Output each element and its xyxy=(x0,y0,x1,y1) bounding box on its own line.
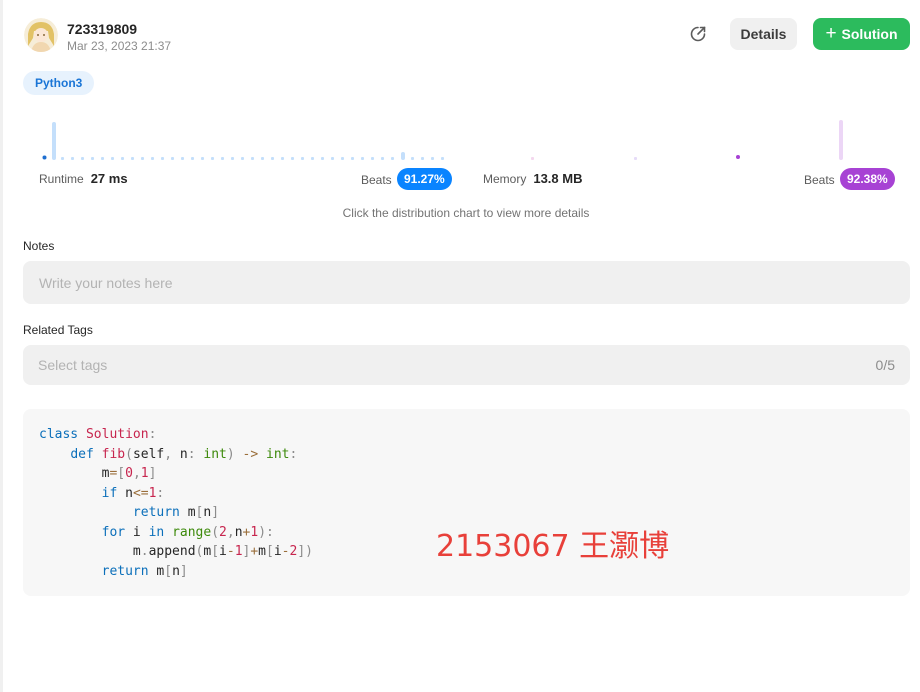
memory-beats-label: Beats xyxy=(804,173,835,187)
runtime-value: 27 ms xyxy=(90,171,128,186)
notes-input[interactable] xyxy=(23,261,910,304)
tags-select[interactable]: Select tags 0/5 xyxy=(23,345,910,385)
runtime-distribution[interactable] xyxy=(42,122,445,160)
plus-icon: + xyxy=(825,22,837,44)
username[interactable]: 723319809 xyxy=(67,21,137,37)
memory-beats-badge: 92.38% xyxy=(840,168,895,190)
memory-stat: Memory 13.8 MB xyxy=(483,171,582,186)
related-tags-label: Related Tags xyxy=(23,323,93,337)
runtime-beats-label: Beats xyxy=(361,173,392,187)
memory-value: 13.8 MB xyxy=(533,171,583,186)
code-block[interactable]: class Solution: def fib(self, n: int) ->… xyxy=(23,409,910,596)
notes-label: Notes xyxy=(23,239,55,253)
runtime-baseline-dots xyxy=(61,157,444,160)
page-left-edge xyxy=(0,0,3,692)
memory-bar-b xyxy=(634,157,637,160)
avatar[interactable] xyxy=(24,18,58,52)
memory-bar-user xyxy=(736,155,740,159)
runtime-label: Runtime xyxy=(39,171,84,186)
memory-bar-main xyxy=(839,120,843,160)
memory-label: Memory xyxy=(483,171,527,186)
chart-hint: Click the distribution chart to view mor… xyxy=(342,206,590,220)
tags-placeholder: Select tags xyxy=(38,357,108,373)
tags-count: 0/5 xyxy=(875,357,895,373)
solution-button-label: Solution xyxy=(841,26,898,42)
runtime-bar-main xyxy=(52,122,56,160)
language-tag: Python3 xyxy=(23,71,95,95)
watermark-text: 2153067 王灏博 xyxy=(436,529,670,564)
submission-timestamp: Mar 23, 2023 21:37 xyxy=(67,39,172,53)
share-icon[interactable] xyxy=(686,22,710,46)
memory-bar-a xyxy=(531,157,534,160)
runtime-bar-user xyxy=(42,155,47,160)
add-solution-button[interactable]: + Solution xyxy=(813,18,910,50)
memory-distribution[interactable] xyxy=(531,120,843,160)
distribution-chart[interactable] xyxy=(30,112,900,162)
runtime-bar-secondary xyxy=(401,152,405,160)
details-button[interactable]: Details xyxy=(730,18,797,50)
code-content: class Solution: def fib(self, n: int) ->… xyxy=(39,427,313,579)
runtime-beats-badge: 91.27% xyxy=(397,168,452,190)
runtime-stat: Runtime 27 ms xyxy=(39,171,128,186)
